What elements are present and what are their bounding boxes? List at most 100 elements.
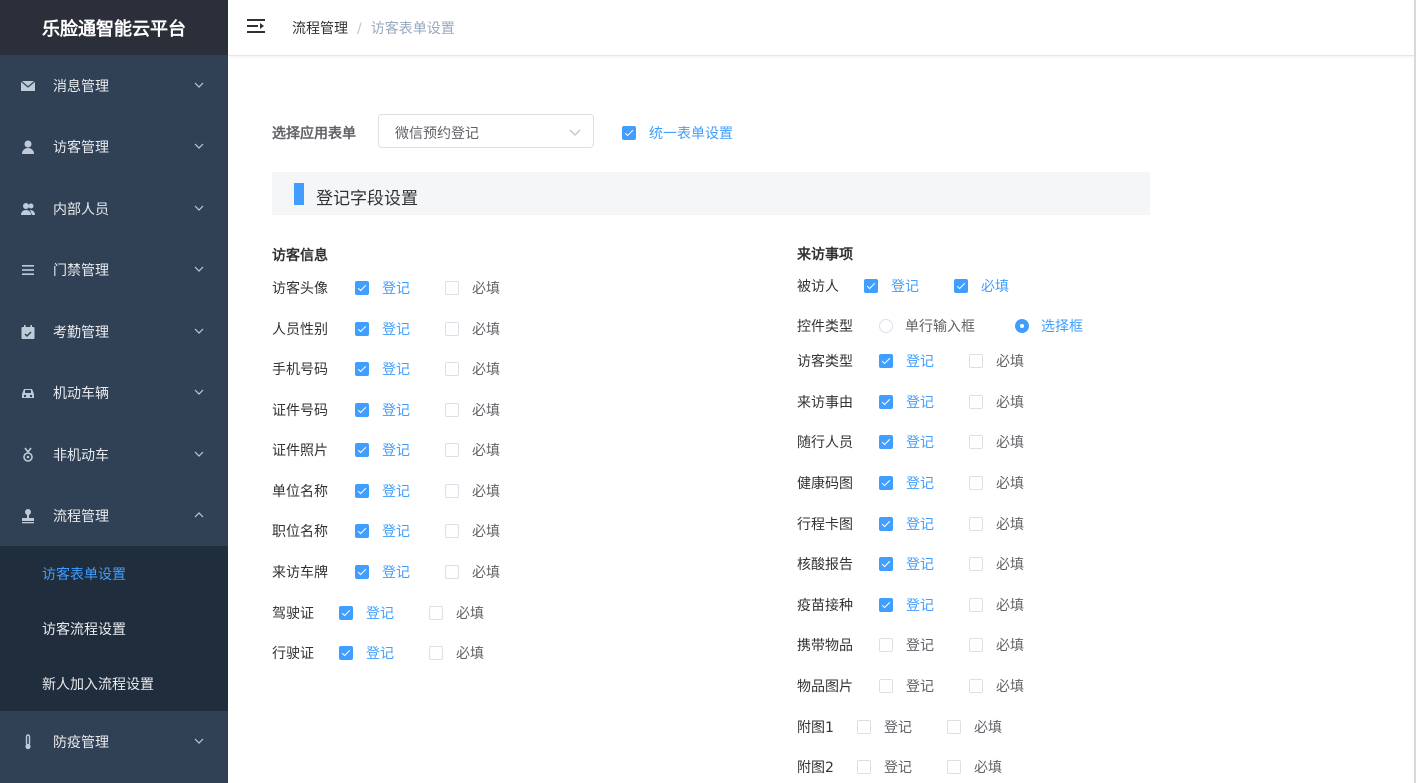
required-option[interactable]: 必填 <box>969 392 1024 412</box>
register-checkbox[interactable] <box>879 395 893 409</box>
required-option[interactable]: 必填 <box>429 603 484 623</box>
required-checkbox[interactable] <box>969 395 983 409</box>
unified-form-checkbox[interactable]: 统一表单设置 <box>622 123 733 143</box>
required-checkbox[interactable] <box>445 322 459 336</box>
register-checkbox[interactable] <box>355 484 369 498</box>
unified-form-checkbox-box[interactable] <box>622 126 636 140</box>
required-option[interactable]: 必填 <box>969 432 1024 452</box>
required-option[interactable]: 必填 <box>954 276 1009 296</box>
menu-toggle-icon[interactable] <box>247 18 265 34</box>
required-checkbox[interactable] <box>429 646 443 660</box>
register-checkbox[interactable] <box>355 443 369 457</box>
required-option[interactable]: 必填 <box>445 400 500 420</box>
sidebar-item-7[interactable]: 流程管理 <box>0 485 228 546</box>
register-option[interactable]: 登记 <box>355 400 410 420</box>
register-option[interactable]: 登记 <box>879 473 934 493</box>
sidebar-item-1[interactable]: 访客管理 <box>0 116 228 177</box>
register-option[interactable]: 登记 <box>355 562 410 582</box>
sidebar-item-3[interactable]: 门禁管理 <box>0 239 228 300</box>
required-option[interactable]: 必填 <box>969 595 1024 615</box>
required-option[interactable]: 必填 <box>969 635 1024 655</box>
required-option[interactable]: 必填 <box>445 319 500 339</box>
required-option[interactable]: 必填 <box>445 521 500 541</box>
required-checkbox[interactable] <box>429 606 443 620</box>
required-option[interactable]: 必填 <box>969 554 1024 574</box>
breadcrumb-item-process[interactable]: 流程管理 <box>292 21 348 37</box>
required-checkbox[interactable] <box>969 598 983 612</box>
required-checkbox[interactable] <box>445 403 459 417</box>
required-checkbox[interactable] <box>969 679 983 693</box>
submenu-item-0[interactable]: 访客表单设置 <box>0 546 228 601</box>
submenu-item-2[interactable]: 新人加入流程设置 <box>0 656 228 711</box>
sidebar-item-4[interactable]: 考勤管理 <box>0 301 228 362</box>
register-checkbox[interactable] <box>857 760 871 774</box>
required-option[interactable]: 必填 <box>445 278 500 298</box>
register-option[interactable]: 登记 <box>879 514 934 534</box>
sidebar-item-6[interactable]: 非机动车 <box>0 424 228 485</box>
required-option[interactable]: 必填 <box>947 757 1002 777</box>
register-checkbox[interactable] <box>879 679 893 693</box>
sidebar-item-5[interactable]: 机动车辆 <box>0 362 228 423</box>
required-checkbox[interactable] <box>969 638 983 652</box>
register-checkbox[interactable] <box>879 476 893 490</box>
required-checkbox[interactable] <box>445 524 459 538</box>
required-option[interactable]: 必填 <box>445 359 500 379</box>
required-checkbox[interactable] <box>445 443 459 457</box>
required-checkbox[interactable] <box>947 760 961 774</box>
submenu-item-1[interactable]: 访客流程设置 <box>0 601 228 656</box>
register-checkbox[interactable] <box>879 517 893 531</box>
register-option[interactable]: 登记 <box>879 595 934 615</box>
register-option[interactable]: 登记 <box>355 319 410 339</box>
register-checkbox[interactable] <box>879 598 893 612</box>
register-option[interactable]: 登记 <box>879 635 934 655</box>
register-checkbox[interactable] <box>879 354 893 368</box>
required-checkbox[interactable] <box>969 517 983 531</box>
required-option[interactable]: 必填 <box>947 717 1002 737</box>
register-option[interactable]: 登记 <box>864 276 919 296</box>
required-option[interactable]: 必填 <box>969 514 1024 534</box>
required-checkbox[interactable] <box>969 476 983 490</box>
required-checkbox[interactable] <box>969 435 983 449</box>
register-checkbox[interactable] <box>857 720 871 734</box>
register-checkbox[interactable] <box>355 362 369 376</box>
register-option[interactable]: 登记 <box>355 359 410 379</box>
required-checkbox[interactable] <box>954 279 968 293</box>
register-option[interactable]: 登记 <box>879 392 934 412</box>
register-checkbox[interactable] <box>879 638 893 652</box>
register-option[interactable]: 登记 <box>857 717 912 737</box>
required-checkbox[interactable] <box>445 362 459 376</box>
register-option[interactable]: 登记 <box>879 432 934 452</box>
register-checkbox[interactable] <box>355 524 369 538</box>
required-option[interactable]: 必填 <box>445 440 500 460</box>
required-option[interactable]: 必填 <box>429 643 484 663</box>
sidebar-item-8[interactable]: 防疫管理 <box>0 711 228 772</box>
form-select[interactable]: 微信预约登记 <box>378 114 594 148</box>
required-checkbox[interactable] <box>445 484 459 498</box>
required-checkbox[interactable] <box>969 354 983 368</box>
register-checkbox[interactable] <box>355 322 369 336</box>
required-checkbox[interactable] <box>445 565 459 579</box>
register-option[interactable]: 登记 <box>879 351 934 371</box>
register-checkbox[interactable] <box>355 403 369 417</box>
required-option[interactable]: 必填 <box>445 562 500 582</box>
register-option[interactable]: 登记 <box>355 521 410 541</box>
register-checkbox[interactable] <box>355 565 369 579</box>
sidebar-item-0[interactable]: 消息管理 <box>0 55 228 116</box>
register-option[interactable]: 登记 <box>857 757 912 777</box>
register-checkbox[interactable] <box>339 606 353 620</box>
register-option[interactable]: 登记 <box>339 603 394 623</box>
register-checkbox[interactable] <box>879 435 893 449</box>
sidebar-item-2[interactable]: 内部人员 <box>0 178 228 239</box>
required-option[interactable]: 必填 <box>969 473 1024 493</box>
required-option[interactable]: 必填 <box>445 481 500 501</box>
required-checkbox[interactable] <box>969 557 983 571</box>
register-checkbox[interactable] <box>864 279 878 293</box>
register-option[interactable]: 登记 <box>355 278 410 298</box>
radio-button[interactable] <box>1015 319 1029 333</box>
radio-button[interactable] <box>879 319 893 333</box>
required-checkbox[interactable] <box>445 281 459 295</box>
register-option[interactable]: 登记 <box>879 676 934 696</box>
required-checkbox[interactable] <box>947 720 961 734</box>
required-option[interactable]: 必填 <box>969 351 1024 371</box>
register-option[interactable]: 登记 <box>355 440 410 460</box>
